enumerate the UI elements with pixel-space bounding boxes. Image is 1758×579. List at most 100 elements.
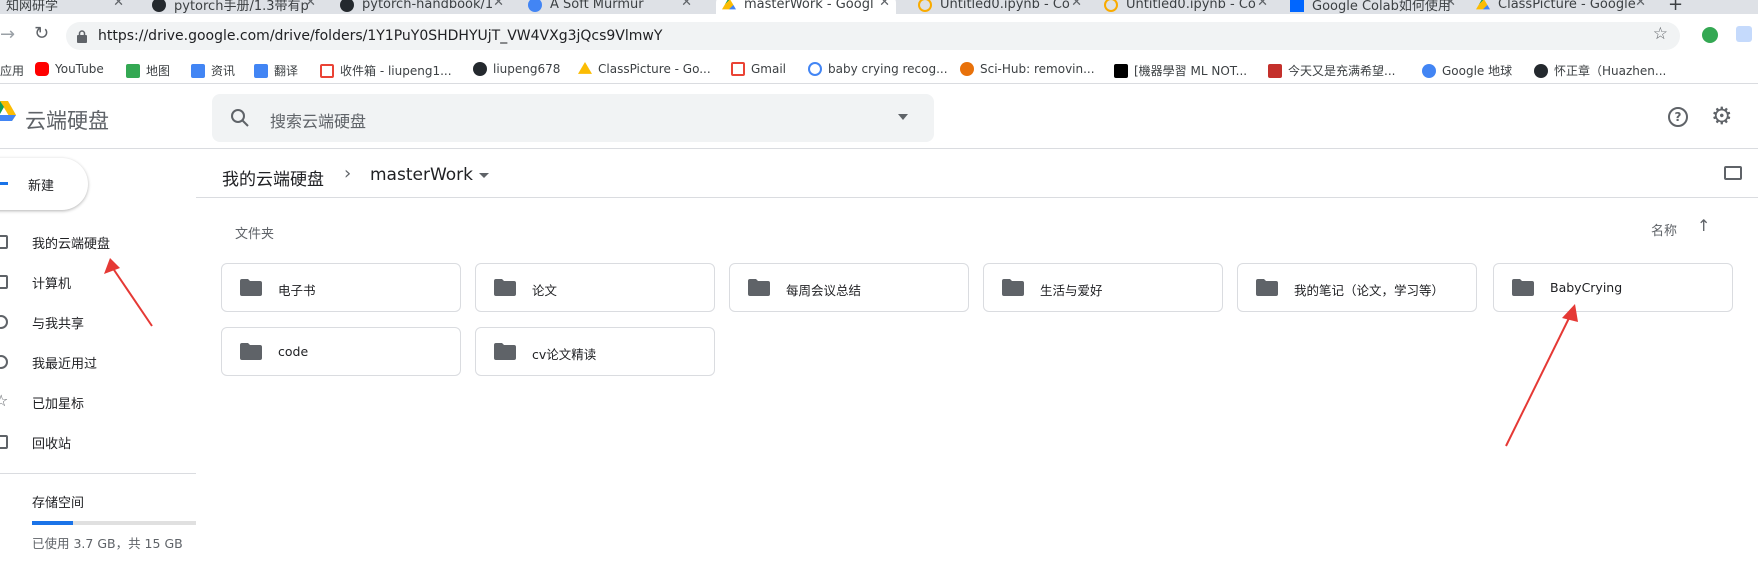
drive-logo-text[interactable]: 云端硬盘 — [25, 105, 109, 135]
tab-pytorch-manual[interactable]: pytorch手册/1.3带有p ✕ — [146, 0, 322, 14]
browser-toolbar: → ↻ https://drive.google.com/drive/folde… — [0, 14, 1758, 58]
new-tab-plus-icon[interactable]: + — [1668, 0, 1683, 14]
nav-shared-with-me[interactable]: 与我共享 — [0, 306, 196, 338]
people-icon — [0, 315, 8, 329]
search-options-caret-icon[interactable] — [898, 114, 908, 120]
breadcrumb-current[interactable]: masterWork — [370, 165, 473, 185]
storage-usage-text: 已使用 3.7 GB，共 15 GB — [32, 536, 183, 551]
tab-classpicture[interactable]: ClassPicture - Google ✕ — [1470, 0, 1652, 14]
browser-tab-strip: 知网研学 ✕ pytorch手册/1.3带有p ✕ pytorch-handbo… — [0, 0, 1758, 14]
translate-icon — [254, 63, 268, 78]
tab-close-icon[interactable]: ✕ — [1071, 0, 1082, 10]
bookmark-label: 翻译 — [274, 64, 299, 78]
tab-close-icon[interactable]: ✕ — [305, 0, 316, 10]
bookmark-hopeful[interactable]: 今天又是充满希望... — [1268, 62, 1395, 79]
tab-colab-howto[interactable]: Google Colab如何使用 ✕ — [1284, 0, 1462, 14]
search-input[interactable]: 搜索云端硬盘 — [270, 108, 366, 132]
tab-close-icon[interactable]: ✕ — [879, 0, 890, 10]
tab-colab-1[interactable]: Untitled0.ipynb - Co ✕ — [912, 0, 1088, 14]
bookmark-label: 怀正章（Huazhen... — [1554, 64, 1667, 78]
folder-card[interactable]: 电子书 — [221, 263, 461, 312]
bookmark-scihub[interactable]: Sci-Hub: removin... — [960, 62, 1095, 76]
bookmark-star-icon[interactable]: ☆ — [1653, 24, 1668, 44]
folder-name: 电子书 — [278, 283, 316, 298]
sort-direction-arrow-icon[interactable]: ↑ — [1697, 216, 1710, 235]
tab-masterwork[interactable]: masterWork - Googl ✕ — [716, 0, 896, 14]
sidebar-divider — [0, 473, 196, 474]
storage-icon — [0, 492, 6, 506]
search-icon[interactable] — [230, 108, 250, 132]
tab-label: Untitled0.ipynb - Co — [940, 0, 1070, 12]
nav-trash[interactable]: 回收站 — [0, 426, 196, 458]
tab-close-icon[interactable]: ✕ — [681, 0, 692, 10]
bookmark-huazhen[interactable]: 怀正章（Huazhen... — [1534, 62, 1666, 79]
tab-close-icon[interactable]: ✕ — [1445, 0, 1456, 10]
tab-close-icon[interactable]: ✕ — [1257, 0, 1268, 10]
extension-icon[interactable] — [1736, 26, 1752, 42]
bookmarks-bar: 应用 YouTube 地图 资讯 翻译 收件箱 - liupeng1... li… — [0, 58, 1758, 84]
bookmark-label: 今天又是充满希望... — [1288, 64, 1396, 78]
extension-icon[interactable] — [1702, 27, 1718, 43]
folder-icon — [240, 279, 262, 296]
help-icon[interactable]: ? — [1668, 107, 1688, 127]
tab-pytorch-handbook[interactable]: pytorch-handbook/1 ✕ — [334, 0, 510, 14]
bookmark-google-search[interactable]: baby crying recog... — [808, 62, 948, 76]
forward-arrow-icon[interactable]: → — [0, 24, 15, 45]
bookmark-youtube[interactable]: YouTube — [35, 62, 104, 76]
bookmark-google-earth[interactable]: Google 地球 — [1422, 62, 1512, 79]
bookmark-news[interactable]: 资讯 — [191, 62, 235, 79]
bookmark-label: ClassPicture - Go... — [598, 62, 711, 76]
tab-close-icon[interactable]: ✕ — [493, 0, 504, 10]
new-button[interactable]: 新建 — [0, 158, 88, 210]
tab-colab-2[interactable]: Untitled0.ipynb - Co ✕ — [1098, 0, 1274, 14]
folder-name: 论文 — [532, 283, 558, 298]
bookmark-label: Google 地球 — [1442, 64, 1513, 78]
omnibox[interactable]: https://drive.google.com/drive/folders/1… — [66, 22, 1680, 50]
folder-card[interactable]: 论文 — [475, 263, 715, 312]
folder-name: 生活与爱好 — [1040, 283, 1103, 298]
drive-logo-icon[interactable] — [0, 99, 16, 123]
bookmark-maps[interactable]: 地图 — [126, 62, 170, 79]
folder-menu-caret-icon[interactable] — [479, 173, 489, 178]
storage-label[interactable]: 存储空间 — [32, 492, 84, 511]
tab-label: Google Colab如何使用 — [1312, 0, 1451, 14]
list-view-icon[interactable] — [1724, 166, 1742, 180]
nav-computers[interactable]: 计算机 — [0, 266, 196, 298]
nav-label: 我的云端硬盘 — [32, 236, 111, 252]
nav-my-drive[interactable]: 我的云端硬盘 — [0, 226, 196, 258]
reload-icon[interactable]: ↻ — [34, 23, 49, 44]
search-bar[interactable]: 搜索云端硬盘 — [212, 94, 934, 142]
bookmark-gmail[interactable]: Gmail — [731, 62, 786, 76]
computer-icon — [0, 275, 8, 289]
tab-zhiwang[interactable]: 知网研学 ✕ — [0, 0, 130, 14]
folder-icon — [1512, 279, 1534, 296]
bookmark-translate[interactable]: 翻译 — [254, 62, 298, 79]
bookmark-label: [機器學習 ML NOT... — [1134, 64, 1248, 78]
bookmark-ml-notes[interactable]: [機器學習 ML NOT... — [1114, 62, 1247, 79]
folder-card[interactable]: 生活与爱好 — [983, 263, 1223, 312]
tab-close-icon[interactable]: ✕ — [113, 0, 124, 10]
settings-gear-icon[interactable]: ⚙ — [1711, 102, 1733, 130]
csdn-icon — [1268, 63, 1282, 78]
nav-label: 我最近用过 — [32, 356, 98, 372]
tab-label: masterWork - Googl — [744, 0, 874, 12]
header-divider — [196, 197, 1758, 198]
folder-card[interactable]: 我的笔记（论文，学习等） — [1237, 263, 1477, 312]
breadcrumb-root[interactable]: 我的云端硬盘 — [222, 165, 324, 190]
folder-card[interactable]: cv论文精读 — [475, 327, 715, 376]
nav-label: 已加星标 — [32, 396, 85, 412]
tab-soft-murmur[interactable]: A Soft Murmur ✕ — [522, 0, 698, 14]
folder-card[interactable]: code — [221, 327, 461, 376]
medium-icon — [1114, 63, 1128, 78]
bookmark-apps[interactable]: 应用 — [0, 62, 24, 79]
nav-recent[interactable]: 我最近用过 — [0, 346, 196, 378]
google-drive-icon — [1476, 0, 1490, 10]
bookmark-label: 应用 — [0, 64, 25, 78]
bookmark-inbox[interactable]: 收件箱 - liupeng1... — [320, 62, 452, 79]
bookmark-github[interactable]: liupeng678 — [473, 62, 560, 76]
nav-starred[interactable]: ☆ 已加星标 — [0, 386, 196, 418]
tab-close-icon[interactable]: ✕ — [1635, 0, 1646, 10]
folder-card[interactable]: 每周会议总结 — [729, 263, 969, 312]
sort-by-name-button[interactable]: 名称 — [1651, 220, 1677, 239]
bookmark-classpicture[interactable]: ClassPicture - Go... — [578, 62, 711, 76]
